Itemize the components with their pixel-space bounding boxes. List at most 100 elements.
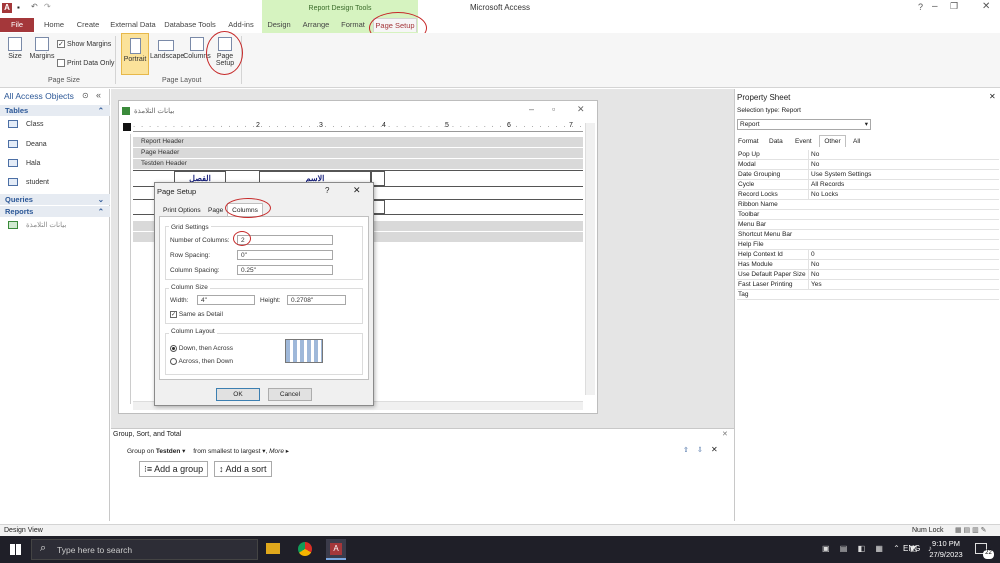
prop-row[interactable]: Cycle All Records [737,180,999,190]
prop-row[interactable]: Record Locks No Locks [737,190,999,200]
chevron-down-icon: ⌄ [97,195,104,204]
sort-order-select[interactable]: from smallest to largest [193,448,260,455]
dialog-close-button[interactable]: ✕ [353,185,361,196]
file-explorer-icon[interactable] [266,543,280,554]
property-sheet-title: Property Sheet [737,93,791,102]
context-tab-title: Report Design Tools [308,5,372,12]
undo-icon[interactable]: ↶ [31,2,38,11]
add-sort-button[interactable]: ↕ Add a sort [214,461,272,477]
access-taskbar-button[interactable]: A [326,539,346,560]
tab-other[interactable]: Other [819,135,846,147]
tab-database-tools[interactable]: Database Tools [162,18,218,32]
clock-time[interactable]: 9:10 PM [924,539,968,548]
design-maximize-button[interactable]: ▫ [552,104,555,114]
move-down-icon[interactable]: ⇩ [697,446,703,454]
design-close-button[interactable]: ✕ [577,104,585,115]
prop-row[interactable]: Pop Up No [737,150,999,160]
tab-format[interactable]: Format [738,138,759,145]
nav-menu-icon[interactable]: ⊙ [82,91,89,100]
prop-row[interactable]: Menu Bar [737,220,999,230]
row-spacing-input[interactable]: 0" [237,250,333,260]
help-icon[interactable]: ? [918,2,923,12]
tab-format[interactable]: Format [338,18,368,32]
tab-data[interactable]: Data [769,138,783,145]
nav-item-hala[interactable]: Hala [8,158,40,170]
landscape-button[interactable]: Landscape [150,37,184,60]
cancel-button[interactable]: Cancel [268,388,312,401]
redo-icon[interactable]: ↷ [44,2,51,11]
nav-title[interactable]: All Access Objects [4,91,74,101]
pane-close-icon[interactable]: ✕ [722,430,728,438]
dialog-help-button[interactable]: ? [325,186,329,195]
collapse-nav-icon[interactable]: « [96,90,101,100]
prop-row[interactable]: Tag [737,290,999,300]
view-buttons-icon[interactable]: ▦ ▤ ▥ ✎ [955,525,987,536]
tab-file[interactable]: File [0,18,34,32]
group-field-select[interactable]: Testden [156,448,180,455]
more-options-link[interactable]: More [269,448,284,455]
prop-row[interactable]: Help Context Id 0 [737,250,999,260]
reports-header[interactable]: Reports ⌃ [0,206,110,217]
report-selector[interactable] [123,123,131,131]
ok-button[interactable]: OK [216,388,260,401]
tab-arrange[interactable]: Arrange [298,18,334,32]
band-report-header[interactable]: Report Header [133,137,583,147]
prop-row[interactable]: Fast Laser Printing Yes [737,280,999,290]
prop-row[interactable]: Ribbon Name [737,200,999,210]
selection-dropdown[interactable]: Report ▾ [737,119,871,130]
tab-add-ins[interactable]: Add-ins [224,18,258,32]
portrait-button[interactable]: Portrait [121,33,149,75]
prop-row[interactable]: Has Module No [737,260,999,270]
taskbar-search[interactable]: ⌕ Type here to search [31,539,258,560]
queries-header[interactable]: Queries ⌄ [0,194,110,205]
windows-start-icon[interactable] [10,544,21,555]
close-button[interactable]: ✕ [982,1,990,12]
margins-button[interactable]: Margins [28,37,56,60]
design-minimize-button[interactable]: – [529,104,534,114]
column-spacing-input[interactable]: 0.25" [237,265,333,275]
prop-row[interactable]: Shortcut Menu Bar [737,230,999,240]
size-button[interactable]: Size [4,37,26,60]
status-num-lock: Num Lock [912,527,944,534]
show-margins-checkbox[interactable]: ✓ Show Margins [57,40,111,48]
restore-button[interactable]: ❐ [950,1,958,12]
language-indicator[interactable]: ENG [903,544,920,553]
nav-item-deana[interactable]: Deana [8,139,47,151]
minimize-button[interactable]: – [932,1,938,12]
num-columns-input[interactable]: 2 [237,235,333,245]
prop-row[interactable]: Help File [737,240,999,250]
save-icon[interactable]: ▪ [17,3,20,12]
tab-all[interactable]: All [853,138,860,145]
prop-row[interactable]: Toolbar [737,210,999,220]
property-sheet-close-button[interactable]: ✕ [989,92,996,101]
chrome-icon[interactable] [298,542,312,556]
prop-row[interactable]: Date Grouping Use System Settings [737,170,999,180]
delete-group-icon[interactable]: ✕ [711,445,718,454]
across-then-down-radio[interactable]: Across, then Down [170,358,233,365]
tab-design[interactable]: Design [264,18,294,32]
nav-item-student[interactable]: student [8,177,49,189]
tab-external-data[interactable]: External Data [108,18,158,32]
width-input[interactable]: 4" [197,295,255,305]
group-on-row[interactable]: Group on Testden ▾ from smallest to larg… [127,446,719,458]
tables-header[interactable]: Tables ⌃ [0,105,110,116]
prop-row[interactable]: Use Default Paper Size No [737,270,999,280]
nav-item-report[interactable]: بيانات التلامذة [8,220,66,232]
add-group-button[interactable]: ⁝≡ Add a group [139,461,209,477]
print-data-only-checkbox[interactable]: Print Data Only [57,59,114,67]
band-testden-header[interactable]: Testden Header [133,159,583,169]
down-then-across-radio[interactable]: Down, then Across [170,345,233,352]
same-as-detail-checkbox[interactable]: ✓ Same as Detail [170,311,223,318]
height-input[interactable]: 0.2708" [287,295,346,305]
prop-row[interactable]: Modal No [737,160,999,170]
vertical-scrollbar[interactable] [585,123,595,395]
clock-date[interactable]: 27/9/2023 [924,550,968,559]
tab-print-options[interactable]: Print Options [163,207,201,214]
band-page-header[interactable]: Page Header [133,148,583,158]
nav-item-class[interactable]: Class [8,119,44,131]
move-up-icon[interactable]: ⇧ [683,446,689,454]
tab-event[interactable]: Event [795,138,812,145]
tab-create[interactable]: Create [72,18,104,32]
tab-page[interactable]: Page [208,207,223,214]
tab-home[interactable]: Home [40,18,68,32]
